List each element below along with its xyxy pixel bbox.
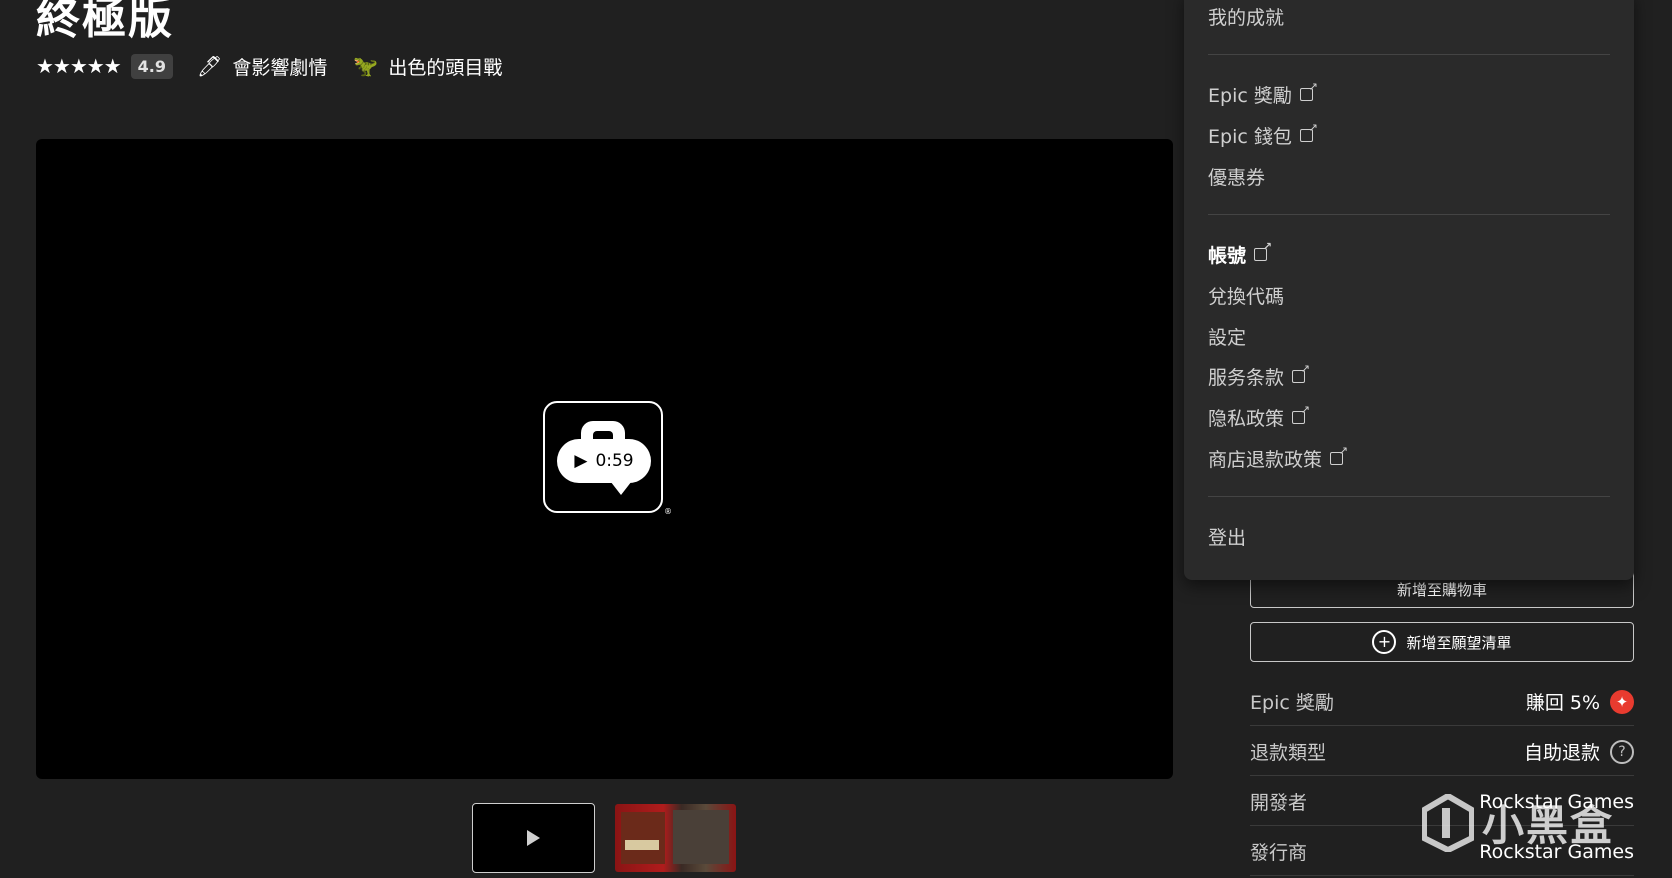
menu-item-settings[interactable]: 設定 bbox=[1208, 322, 1246, 350]
menu-item-privacy[interactable]: 隐私政策 bbox=[1208, 403, 1310, 431]
tag-story: 🖊 會影響劇情 bbox=[197, 53, 327, 80]
menu-divider bbox=[1208, 496, 1610, 497]
menu-item-epic-rewards[interactable]: Epic 獎勵 bbox=[1208, 80, 1318, 108]
video-play-logo[interactable]: ▶ 0:59 ® bbox=[543, 401, 672, 516]
menu-item-label: 帳號 bbox=[1208, 244, 1247, 267]
menu-item-label: 設定 bbox=[1208, 326, 1247, 349]
row-label: Epic 獎勵 bbox=[1250, 692, 1334, 714]
question-icon[interactable]: ? bbox=[1610, 739, 1634, 764]
watermark: 小黑盒 bbox=[1422, 792, 1614, 853]
play-icon bbox=[527, 830, 540, 846]
tag-boss: 🦖 出色的頭目戰 bbox=[353, 53, 502, 80]
watermark-text: 小黑盒 bbox=[1482, 801, 1615, 850]
epic-reward-icon[interactable]: ✦ bbox=[1610, 689, 1634, 714]
menu-item-terms[interactable]: 服务条款 bbox=[1208, 362, 1310, 390]
dinosaur-icon: 🦖 bbox=[353, 54, 379, 78]
thumbnail-image[interactable] bbox=[615, 804, 736, 872]
heybox-logo-icon bbox=[1422, 793, 1474, 852]
product-title: 終極版 bbox=[36, 0, 174, 44]
plus-circle-icon: + bbox=[1372, 630, 1397, 654]
pencil-icon: 🖊 bbox=[197, 54, 223, 78]
menu-item-achievements[interactable]: 我的成就 bbox=[1208, 2, 1284, 30]
thumbnail-video[interactable] bbox=[472, 803, 595, 873]
menu-divider bbox=[1208, 54, 1610, 55]
row-label: 開發者 bbox=[1250, 792, 1308, 814]
row-value: 賺回 5% ✦ bbox=[1526, 688, 1634, 715]
menu-item-label: 我的成就 bbox=[1208, 6, 1285, 29]
rating-badge: 4.9 bbox=[130, 53, 173, 79]
menu-item-redeem-code[interactable]: 兌換代碼 bbox=[1208, 281, 1284, 309]
menu-item-account[interactable]: 帳號 bbox=[1208, 240, 1272, 268]
menu-item-label: Epic 獎勵 bbox=[1208, 84, 1292, 107]
play-button[interactable]: ▶ 0:59 bbox=[557, 439, 651, 483]
menu-divider bbox=[1208, 214, 1610, 215]
external-link-icon bbox=[1299, 121, 1318, 142]
sidebar-row-rewards: Epic 獎勵 賺回 5% ✦ bbox=[1250, 678, 1634, 726]
menu-item-coupons[interactable]: 優惠券 bbox=[1208, 162, 1265, 190]
row-label: 發行商 bbox=[1250, 842, 1308, 864]
external-link-icon bbox=[1292, 362, 1310, 383]
menu-item-refund-policy[interactable]: 商店退款政策 bbox=[1208, 444, 1348, 472]
tag-label: 會影響劇情 bbox=[232, 56, 328, 79]
menu-item-logout[interactable]: 登出 bbox=[1208, 522, 1246, 550]
refund-type: 自助退款 bbox=[1523, 742, 1600, 764]
account-dropdown-menu: 我的成就 Epic 獎勵 Epic 錢包 優惠券 帳號 兌換代碼 設定 服务条款… bbox=[1184, 0, 1634, 580]
add-to-wishlist-label: 新增至願望清單 bbox=[1406, 633, 1512, 652]
sidebar-row-refund: 退款類型 自助退款 ? bbox=[1250, 728, 1634, 776]
reward-rate: 賺回 5% bbox=[1525, 692, 1600, 714]
thumbnail-panel bbox=[625, 840, 659, 850]
thumbnail-panel bbox=[621, 812, 665, 864]
product-meta-row: ★★★★★ 4.9 🖊 會影響劇情 🦖 出色的頭目戰 bbox=[36, 52, 518, 80]
play-icon: ▶ bbox=[574, 451, 588, 471]
thumbnail-panel bbox=[673, 810, 729, 864]
registered-mark: ® bbox=[664, 507, 672, 516]
external-link-icon bbox=[1292, 403, 1310, 424]
logo-ribbon bbox=[607, 477, 635, 495]
video-player[interactable]: ▶ 0:59 ® bbox=[36, 139, 1173, 779]
video-duration: 0:59 bbox=[595, 451, 634, 471]
add-to-wishlist-button[interactable]: + 新增至願望清單 bbox=[1250, 622, 1634, 662]
menu-item-label: 商店退款政策 bbox=[1208, 448, 1323, 471]
external-link-icon bbox=[1299, 80, 1318, 101]
menu-item-label: 隐私政策 bbox=[1208, 407, 1285, 430]
menu-item-label: Epic 錢包 bbox=[1208, 125, 1292, 148]
external-link-icon bbox=[1330, 444, 1348, 465]
add-to-cart-label: 新增至購物車 bbox=[1396, 580, 1487, 599]
row-label: 退款類型 bbox=[1250, 742, 1327, 764]
tag-label: 出色的頭目戰 bbox=[388, 56, 503, 79]
menu-item-label: 服务条款 bbox=[1208, 366, 1285, 389]
menu-item-label: 登出 bbox=[1208, 526, 1247, 549]
external-link-icon bbox=[1254, 240, 1272, 261]
menu-item-label: 優惠券 bbox=[1208, 166, 1266, 189]
rating-stars: ★★★★★ bbox=[36, 54, 122, 78]
menu-item-label: 兌換代碼 bbox=[1208, 285, 1285, 308]
menu-item-epic-wallet[interactable]: Epic 錢包 bbox=[1208, 121, 1318, 149]
row-value: 自助退款 ? bbox=[1524, 738, 1634, 765]
